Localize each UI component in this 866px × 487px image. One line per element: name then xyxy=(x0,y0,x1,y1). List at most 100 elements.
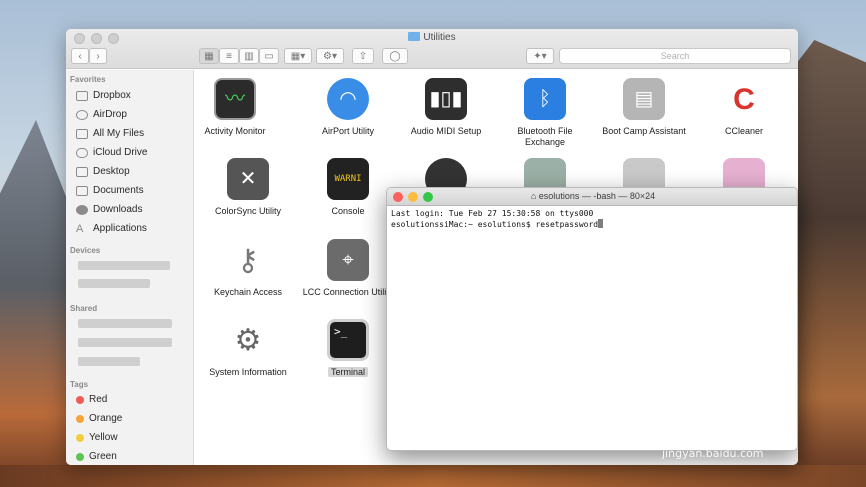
sidebar-item-all-my-files[interactable]: All My Files xyxy=(76,128,144,139)
app-label: LCC Connection Utility xyxy=(302,287,394,297)
airport-utility-icon: ◠ xyxy=(327,78,369,120)
colorsync-icon: ✕ xyxy=(227,158,269,200)
app-console[interactable]: WARNI Console xyxy=(300,158,396,217)
keychain-icon: ⚷ xyxy=(237,243,259,277)
terminal-line-login: Last login: Tue Feb 27 15:30:58 on ttys0… xyxy=(391,209,594,218)
app-colorsync-utility[interactable]: ✕ ColorSync Utility xyxy=(200,158,296,217)
forward-button[interactable]: › xyxy=(89,48,107,64)
applications-icon: A xyxy=(76,222,84,235)
device-item-redacted[interactable] xyxy=(78,261,170,270)
tag-dot-icon xyxy=(76,395,84,404)
sidebar-item-label: Documents xyxy=(93,185,144,196)
dropbox-icon xyxy=(76,90,88,101)
app-label: CCleaner xyxy=(724,126,764,136)
system-information-icon: ⚙ xyxy=(234,323,262,357)
sidebar-item-applications[interactable]: A Applications xyxy=(76,223,147,234)
sidebar-item-label: iCloud Drive xyxy=(93,147,148,158)
terminal-cursor xyxy=(598,219,604,228)
app-lcc-connection-utility[interactable]: ⌖ LCC Connection Utility xyxy=(300,239,396,298)
app-system-information[interactable]: ⚙ System Information xyxy=(200,319,296,378)
shared-item-redacted[interactable] xyxy=(78,338,172,347)
sidebar-item-icloud-drive[interactable]: iCloud Drive xyxy=(76,147,147,158)
baidu-watermark-logo: Bai 经验 xyxy=(664,418,761,443)
sidebar-item-label: All My Files xyxy=(93,128,145,139)
app-label: Boot Camp Assistant xyxy=(602,126,686,136)
devices-header: Devices xyxy=(70,246,101,255)
baidu-watermark-url: jingyan.baidu.com xyxy=(662,447,764,460)
back-button[interactable]: ‹ xyxy=(71,48,89,64)
bluetooth-icon: ᛒ xyxy=(524,78,566,120)
tag-label: Red xyxy=(89,394,108,405)
sidebar-item-dropbox[interactable]: Dropbox xyxy=(76,90,131,101)
finder-title-text: Utilities xyxy=(423,32,456,43)
tag-orange[interactable]: Orange xyxy=(76,413,122,424)
gallery-view-button[interactable]: ▭ xyxy=(259,48,279,64)
shared-item-redacted[interactable] xyxy=(78,319,172,328)
console-icon: WARNI xyxy=(327,158,369,200)
tag-label: Yellow xyxy=(89,432,118,443)
downloads-icon xyxy=(76,204,88,215)
terminal-title-text: esolutions — -bash — 80×24 xyxy=(538,191,656,201)
tags-button[interactable]: ◯ xyxy=(382,48,408,64)
tag-dot-icon xyxy=(76,433,84,442)
app-label: Console xyxy=(331,206,365,216)
sidebar-item-label: Downloads xyxy=(93,204,143,215)
icon-view-button[interactable]: ▦ xyxy=(199,48,219,64)
search-input[interactable]: Search xyxy=(559,48,791,64)
tag-green[interactable]: Green xyxy=(76,451,117,462)
app-terminal[interactable]: >_ Terminal xyxy=(300,319,396,378)
tags-header: Tags xyxy=(70,380,89,389)
terminal-prompt-text: esolutionssiMac:~ esolutions$ resetpassw… xyxy=(391,220,599,229)
app-label: System Information xyxy=(209,367,287,377)
sidebar-item-downloads[interactable]: Downloads xyxy=(76,204,142,215)
tag-yellow[interactable]: Yellow xyxy=(76,432,118,443)
app-label: Activity Monitor xyxy=(204,126,266,136)
sidebar-item-label: Desktop xyxy=(93,166,130,177)
tag-label: Green xyxy=(89,451,117,462)
tag-label: Orange xyxy=(89,413,123,424)
app-label: Audio MIDI Setup xyxy=(410,126,482,136)
terminal-line-prompt: esolutionssiMac:~ esolutions$ resetpassw… xyxy=(391,219,604,230)
terminal-title: ⌂ esolutions — -bash — 80×24 xyxy=(387,191,797,201)
desktop-ground xyxy=(0,465,866,487)
column-view-button[interactable]: ▥ xyxy=(239,48,259,64)
desktop-icon xyxy=(76,166,88,177)
app-audio-midi-setup[interactable]: ▮▯▮ Audio MIDI Setup xyxy=(398,78,494,137)
app-keychain-access[interactable]: ⚷ Keychain Access xyxy=(200,239,296,298)
shared-item-redacted[interactable] xyxy=(78,357,140,366)
favorites-header: Favorites xyxy=(70,75,106,84)
finder-titlebar: Utilities ‹ › ▦ ≡ ▥ ▭ ▦▾ ⚙▾ ⇧ ◯ ✦▾ Searc… xyxy=(66,29,798,69)
tag-dot-icon xyxy=(76,414,84,423)
app-bluetooth-file-exchange[interactable]: ᛒ Bluetooth File Exchange xyxy=(497,78,593,148)
tag-red[interactable]: Red xyxy=(76,394,107,405)
app-label: Bluetooth File Exchange xyxy=(517,126,573,147)
list-view-button[interactable]: ≡ xyxy=(219,48,239,64)
app-label: Keychain Access xyxy=(213,287,283,297)
sidebar-item-label: AirDrop xyxy=(93,109,127,120)
home-icon: ⌂ xyxy=(530,191,539,201)
icloud-icon xyxy=(76,147,88,158)
app-ccleaner[interactable]: C CCleaner xyxy=(696,78,792,137)
device-item-redacted[interactable] xyxy=(78,279,150,288)
terminal-titlebar: ⌂ esolutions — -bash — 80×24 xyxy=(387,188,797,206)
activity-monitor-icon: 〰 xyxy=(214,78,256,120)
sidebar-item-airdrop[interactable]: AirDrop xyxy=(76,109,127,120)
ccleaner-icon: C xyxy=(723,78,765,120)
app-label: AirPort Utility xyxy=(321,126,374,136)
sidebar-item-desktop[interactable]: Desktop xyxy=(76,166,130,177)
app-label: ColorSync Utility xyxy=(214,206,281,216)
share-button[interactable]: ⇧ xyxy=(352,48,374,64)
terminal-output[interactable]: Last login: Tue Feb 27 15:30:58 on ttys0… xyxy=(391,209,604,230)
app-boot-camp-assistant[interactable]: ▤ Boot Camp Assistant xyxy=(596,78,692,137)
app-activity-monitor[interactable]: 〰 Activity Monitor xyxy=(187,78,283,137)
action-gear-button[interactable]: ⚙▾ xyxy=(316,48,344,64)
sidebar-item-label: Dropbox xyxy=(93,90,131,101)
sidebar-item-documents[interactable]: Documents xyxy=(76,185,144,196)
app-airport-utility[interactable]: ◠ AirPort Utility xyxy=(300,78,396,137)
lcc-connection-icon: ⌖ xyxy=(327,239,369,281)
airdrop-icon xyxy=(76,109,88,120)
arrange-button[interactable]: ▦▾ xyxy=(284,48,312,64)
dropbox-toolbar-button[interactable]: ✦▾ xyxy=(526,48,554,64)
finder-title: Utilities xyxy=(66,32,798,43)
sidebar-item-label: Applications xyxy=(93,223,147,234)
